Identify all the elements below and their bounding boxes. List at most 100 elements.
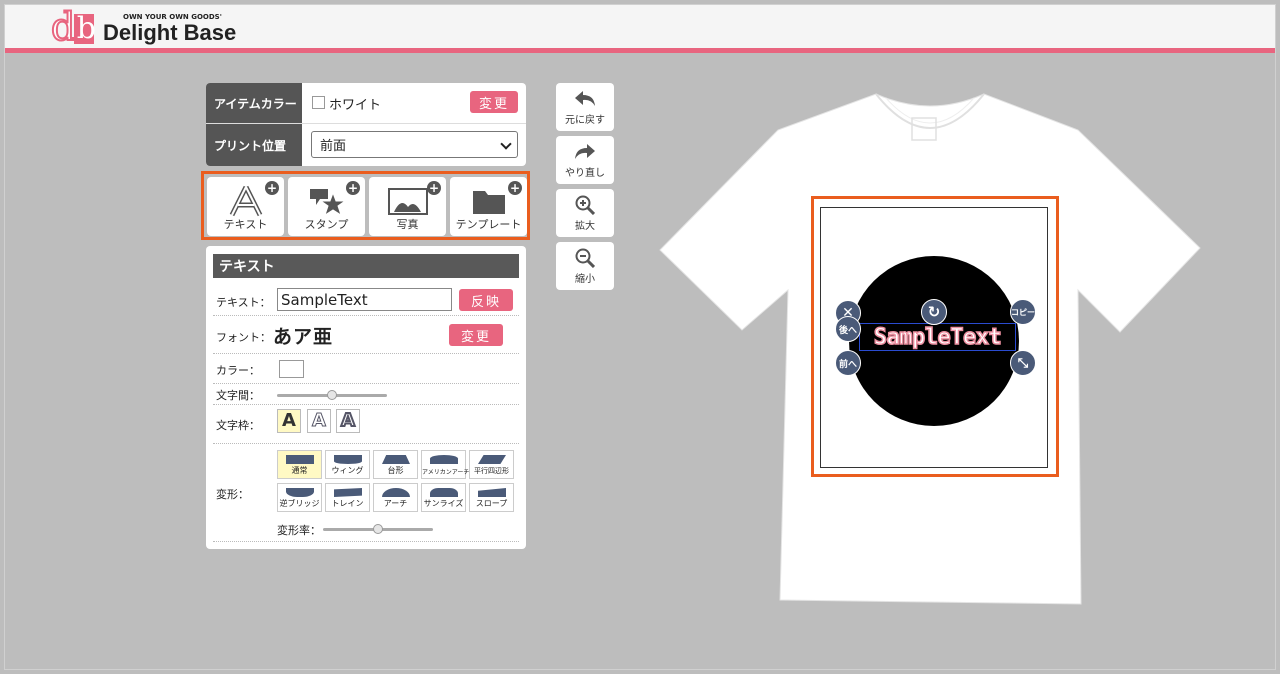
plus-icon: + xyxy=(265,181,279,195)
warp-shape-icon xyxy=(382,455,410,464)
add-photo-label: 写真 xyxy=(396,218,419,231)
undo-arrow-icon xyxy=(574,89,596,113)
text-label: テキスト： xyxy=(216,296,271,309)
add-template-label: テンプレート xyxy=(455,218,522,231)
warp-option-label: スロープ xyxy=(475,499,508,508)
warp-option-trapezoid[interactable]: 台形 xyxy=(373,450,418,479)
text-settings-panel: テキスト テキスト： SampleText 反映 フォント： あア亜 変更 カラ… xyxy=(206,246,526,549)
canvas-sample-text[interactable]: SampleText xyxy=(859,323,1016,351)
add-stamp-label: スタンプ xyxy=(304,218,349,231)
text-color-swatch[interactable] xyxy=(279,360,304,378)
add-stamp-button[interactable]: + スタンプ xyxy=(288,177,365,236)
font-row: フォント： あア亜 変更 xyxy=(213,316,519,354)
warp-option-sunrise[interactable]: サンライズ xyxy=(421,483,466,512)
print-position-value: 前面 xyxy=(320,139,347,154)
warp-option-normal[interactable]: 通常 xyxy=(277,450,322,479)
print-position-row: プリント位置 前面 xyxy=(206,124,526,166)
warp-label: 変形： xyxy=(216,488,249,501)
item-color-swatch xyxy=(312,96,325,109)
add-tools-group: + テキスト + スタンプ + 写真 + テンプレート xyxy=(201,171,530,240)
brand-name: Delight Base xyxy=(103,20,237,45)
zoom-in-icon xyxy=(575,195,596,219)
apply-text-button[interactable]: 反映 xyxy=(459,289,513,311)
zoom-out-icon xyxy=(575,248,596,272)
warp-shape-icon xyxy=(430,455,458,464)
plus-icon: + xyxy=(346,181,360,195)
undo-button[interactable]: 元に戻す xyxy=(556,83,614,131)
send-back-handle[interactable]: 後へ xyxy=(835,316,861,342)
warp-shape-icon xyxy=(478,455,506,464)
spacing-label: 文字間： xyxy=(216,389,260,402)
redo-arrow-icon xyxy=(574,142,596,166)
frame-label: 文字枠： xyxy=(216,419,260,432)
item-color-row: アイテムカラー ホワイト 変更 xyxy=(206,83,526,124)
add-text-button[interactable]: + テキスト xyxy=(207,177,284,236)
color-label: カラー： xyxy=(216,364,260,377)
resize-arrows-icon[interactable]: ⤡ xyxy=(1010,350,1036,376)
warp-option-arch[interactable]: アーチ xyxy=(373,483,418,512)
plus-icon: + xyxy=(427,181,441,195)
warp-shape-icon xyxy=(382,488,410,497)
warp-option-label: 通常 xyxy=(291,466,308,475)
warp-rate-slider[interactable] xyxy=(323,524,433,534)
warp-option-slope[interactable]: スロープ xyxy=(469,483,514,512)
frame-option-none[interactable]: A xyxy=(277,409,301,433)
zoom-out-button[interactable]: 縮小 xyxy=(556,242,614,290)
color-row: カラー： xyxy=(213,354,519,384)
warp-option-reverse-bridge[interactable]: 逆ブリッジ xyxy=(277,483,322,512)
warp-shape-icon xyxy=(430,488,458,497)
bring-front-handle[interactable]: 前へ xyxy=(835,350,861,376)
warp-shape-icon xyxy=(334,455,362,464)
warp-option-train[interactable]: トレイン xyxy=(325,483,370,512)
redo-label: やり直し xyxy=(565,168,605,179)
copy-handle[interactable]: コピー xyxy=(1010,299,1036,325)
text-panel-title: テキスト xyxy=(213,254,519,278)
frame-option-single[interactable]: A xyxy=(307,409,331,433)
text-input[interactable]: SampleText xyxy=(277,288,452,311)
warp-rate-label: 変形率： xyxy=(277,524,321,537)
warp-option-label: 台形 xyxy=(387,466,404,475)
add-photo-button[interactable]: + 写真 xyxy=(369,177,446,236)
item-color-change-button[interactable]: 変更 xyxy=(470,91,518,113)
print-position-select[interactable]: 前面 xyxy=(311,131,518,158)
text-row: テキスト： SampleText 反映 xyxy=(213,284,519,316)
warp-option-american-arch[interactable]: アメリカンアーチ xyxy=(421,450,470,479)
warp-option-label: アメリカンアーチ xyxy=(422,469,470,476)
warp-rate-slider-knob[interactable] xyxy=(373,524,383,534)
item-options-card: アイテムカラー ホワイト 変更 プリント位置 前面 xyxy=(206,83,526,166)
spacing-slider-knob[interactable] xyxy=(327,390,337,400)
warp-option-label: サンライズ xyxy=(423,499,464,508)
warp-option-label: 逆ブリッジ xyxy=(279,499,320,508)
warp-option-label: アーチ xyxy=(383,499,408,508)
add-text-label: テキスト xyxy=(223,218,268,231)
zoom-in-label: 拡大 xyxy=(575,221,595,232)
warp-shape-icon xyxy=(286,455,314,464)
site-header: db OWN YOUR OWN GOODS' Delight Base xyxy=(5,5,1275,53)
warp-shape-icon xyxy=(478,488,506,497)
frame-option-double[interactable]: A xyxy=(336,409,360,433)
undo-label: 元に戻す xyxy=(565,115,605,126)
spacing-slider[interactable] xyxy=(277,390,387,400)
warp-option-label: 平行四辺形 xyxy=(474,467,509,475)
warp-shape-icon xyxy=(334,488,362,497)
item-color-label: アイテムカラー xyxy=(206,83,302,123)
chevron-down-icon xyxy=(500,138,512,150)
font-sample: あア亜 xyxy=(273,326,334,348)
warp-shape-icon xyxy=(286,488,314,497)
rotate-icon[interactable]: ↻ xyxy=(921,299,947,325)
plus-icon: + xyxy=(508,181,522,195)
warp-option-label: ウィング xyxy=(331,466,364,475)
add-template-button[interactable]: + テンプレート xyxy=(450,177,527,236)
item-color-value: ホワイト xyxy=(329,98,382,113)
warp-option-label: トレイン xyxy=(331,499,364,508)
warp-row: 変形： 通常 ウィング 台形 アメリカンアーチ 平行四辺形 逆ブリッジ トレイン… xyxy=(213,444,519,542)
warp-option-parallelogram[interactable]: 平行四辺形 xyxy=(469,450,514,479)
font-change-button[interactable]: 変更 xyxy=(449,324,503,346)
zoom-in-button[interactable]: 拡大 xyxy=(556,189,614,237)
spacing-row: 文字間： xyxy=(213,384,519,405)
redo-button[interactable]: やり直し xyxy=(556,136,614,184)
warp-option-wing[interactable]: ウィング xyxy=(325,450,370,479)
font-label: フォント： xyxy=(216,331,271,344)
print-position-label: プリント位置 xyxy=(206,124,302,166)
logo-mark: db xyxy=(50,6,97,48)
